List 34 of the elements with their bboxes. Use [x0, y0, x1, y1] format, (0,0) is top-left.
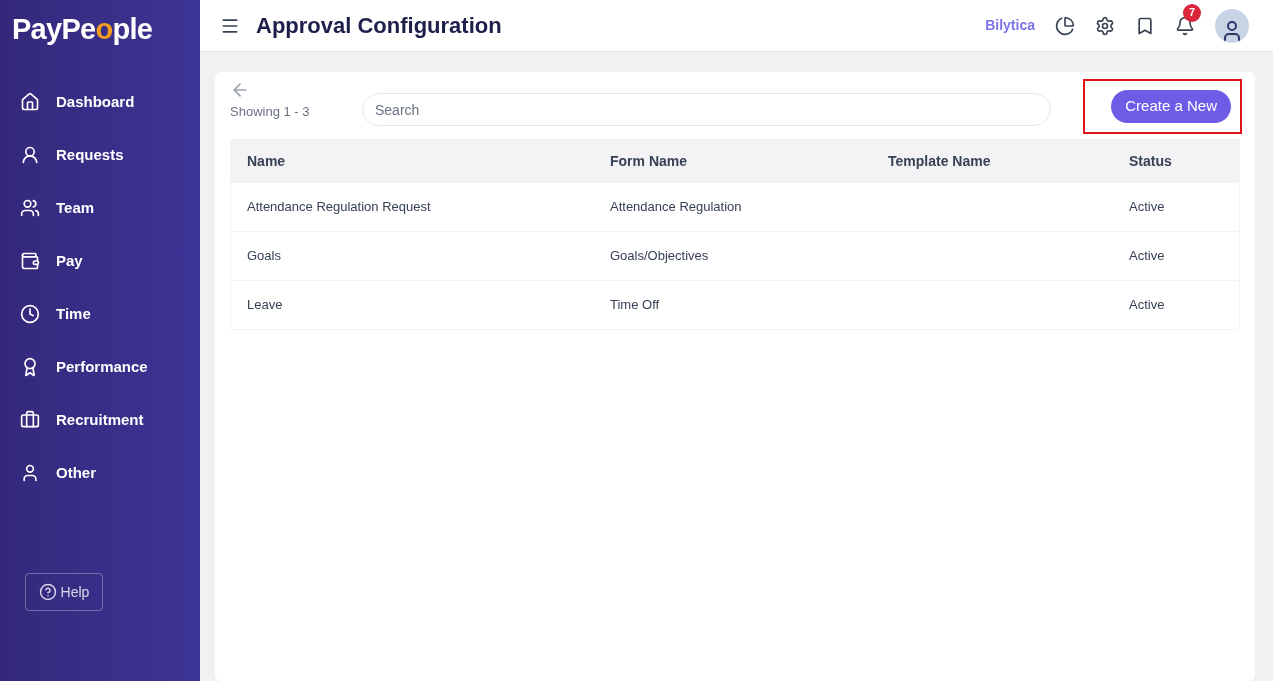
search-field[interactable]: Search [362, 93, 1052, 126]
table-row[interactable]: Leave Time Off Active [231, 280, 1239, 329]
logo-text: ple [112, 13, 153, 45]
table-row[interactable]: Goals Goals/Objectives Active [231, 231, 1239, 280]
sidebar-item[interactable]: Dashboard [0, 75, 200, 129]
sidebar-item[interactable]: Recruitment [0, 393, 200, 447]
table-cell-text: Leave [247, 296, 284, 315]
table-cell-text: Attendance Regulation [610, 198, 743, 217]
notification-badge: 7 [1183, 3, 1201, 22]
column-header: Name [247, 151, 287, 171]
showing-count: Showing 1 - 3 [230, 103, 311, 121]
table-cell-text: Goals [247, 247, 282, 266]
table-cell-text: Goals/Objectives [610, 247, 710, 266]
column-header: Template Name [888, 151, 992, 171]
sidebar-item[interactable]: Pay [0, 234, 200, 288]
table-cell-text: Attendance Regulation Request [247, 198, 432, 217]
brand-link[interactable]: Bilytica [985, 15, 1035, 36]
column-header: Status [1129, 151, 1173, 171]
sidebar-item[interactable]: Team [0, 181, 200, 235]
logo-text: PayPe [12, 13, 96, 45]
table-cell-text: Active [1129, 198, 1166, 217]
sidebar-item[interactable]: Other [0, 446, 200, 500]
table-cell-text: Active [1129, 296, 1166, 315]
create-button[interactable]: Create a New [1111, 90, 1231, 123]
table-cell-text: Time Off [610, 296, 661, 315]
sidebar-item[interactable]: Time [0, 287, 200, 341]
table-row[interactable]: Attendance Regulation Request Attendance Regulation Active [231, 182, 1239, 231]
column-header: Form Name [610, 151, 689, 171]
sidebar-item[interactable]: Requests [0, 128, 200, 182]
page-title: Approval Configuration [256, 12, 502, 40]
logo-text: o [95, 13, 113, 45]
help-button[interactable]: Help [25, 573, 103, 611]
sidebar-item[interactable]: Performance [0, 340, 200, 394]
table-cell-text: Active [1129, 247, 1166, 266]
